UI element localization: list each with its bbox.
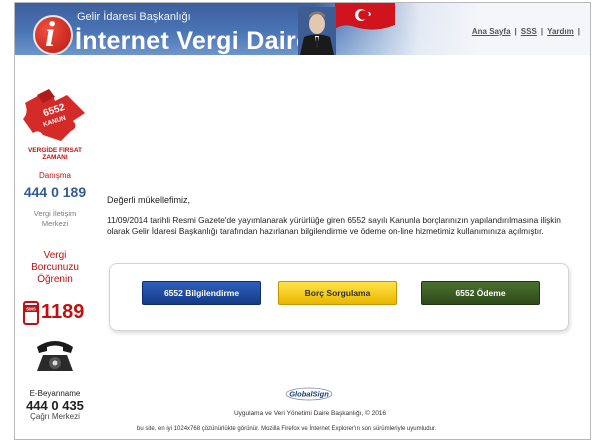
nav-yardim[interactable]: Yardım — [547, 27, 574, 36]
vim-label: Vergi İletişim Merkezi — [33, 209, 77, 228]
nav-ana-sayfa[interactable]: Ana Sayfa — [472, 27, 511, 36]
danisma-number: 444 0 189 — [23, 184, 87, 200]
greeting: Değerli mükellefimiz, — [107, 195, 191, 205]
main-content: Değerli mükellefimiz, 11/09/2014 tarihli… — [107, 55, 585, 439]
site-header: i Gelir İdaresi Başkanlığı İnternet Verg… — [15, 3, 590, 55]
ebeyan-label: E-Beyanname — [29, 389, 81, 398]
site-title[interactable]: İnternet Vergi Dairesi — [75, 27, 332, 55]
org-name: Gelir İdaresi Başkanlığı — [77, 11, 191, 23]
odeme-button[interactable]: 6552 Ödeme — [421, 281, 540, 305]
danisma-label: Danışma — [38, 171, 71, 180]
top-nav: Ana Sayfa | SSS | Yardım | — [471, 27, 580, 36]
sms-number: 1189 — [41, 301, 85, 323]
nav-sss[interactable]: SSS — [521, 27, 537, 36]
svg-text:GlobalSign: GlobalSign — [289, 390, 329, 399]
announcement-text: 11/09/2014 tarihli Resmi Gazete'de yayım… — [107, 215, 561, 236]
ataturk-portrait-icon — [298, 7, 336, 55]
promo-caption[interactable]: VERGİDE FIRSAT ZAMANI — [15, 147, 95, 161]
svg-text:SMS: SMS — [26, 307, 36, 312]
gib-logo-letter: i — [45, 14, 56, 54]
telephone-icon — [37, 341, 73, 371]
sidebar: 6552 KANUN VERGİDE FIRSAT ZAMANI Danışma… — [15, 55, 95, 439]
turkish-flag-icon — [335, 3, 395, 30]
action-panel: 6552 Bilgilendirme Borç Sorgulama 6552 Ö… — [109, 263, 569, 331]
globalsign-logo-icon[interactable]: GlobalSign — [285, 387, 333, 401]
ebeyan-number: 444 0 435 — [26, 398, 84, 413]
copyright-text: Uygulama ve Veri Yönetimi Daire Başkanlı… — [233, 410, 387, 417]
bilgilendirme-button[interactable]: 6552 Bilgilendirme — [142, 281, 261, 305]
borc-sorgulama-button[interactable]: Borç Sorgulama — [278, 281, 397, 305]
puzzle-6552-icon[interactable]: 6552 KANUN — [21, 83, 89, 145]
page-frame: i Gelir İdaresi Başkanlığı İnternet Verg… — [14, 2, 591, 440]
vergi-borc-link[interactable]: Vergi Borcunuzu Öğrenin — [15, 250, 95, 286]
browser-note: bu site, en iyi 1024x768 çözünürlükte gö… — [137, 426, 437, 432]
sms-block: SMS 1189 — [23, 301, 93, 325]
sms-phone-icon: SMS — [23, 301, 39, 325]
cagri-merkezi-label: Çağrı Merkezi — [30, 412, 80, 421]
